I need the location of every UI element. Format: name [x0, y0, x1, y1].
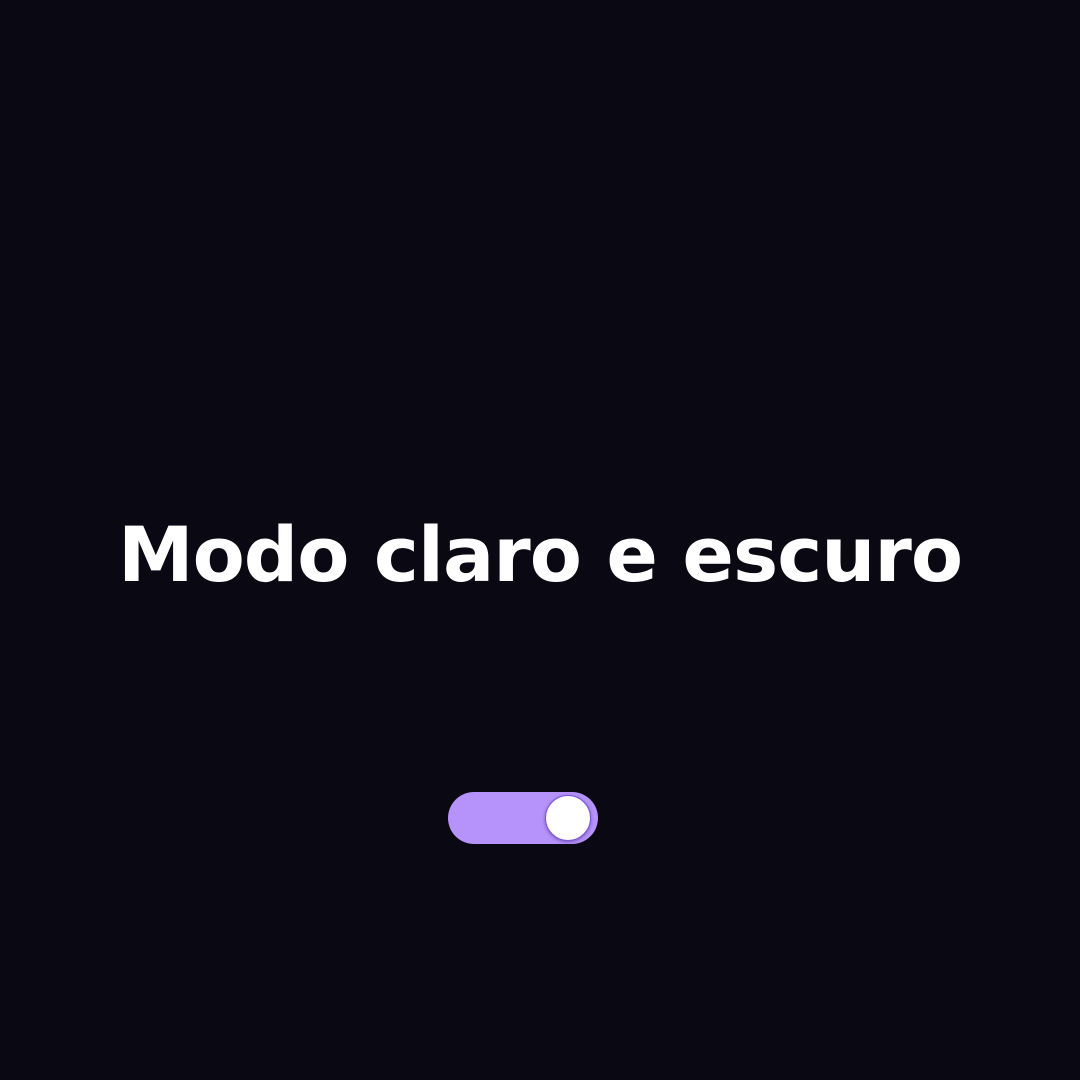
page-title: Modo claro e escuro	[117, 510, 963, 599]
toggle-knob	[545, 795, 591, 841]
theme-toggle-switch[interactable]	[448, 792, 598, 844]
